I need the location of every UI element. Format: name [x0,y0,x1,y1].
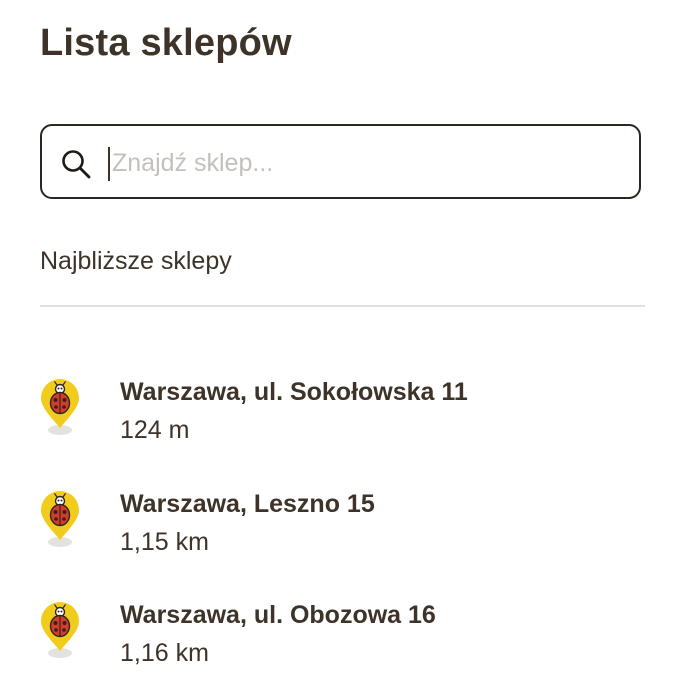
store-name: Warszawa, ul. Sokołowska 11 [120,378,468,406]
store-name: Warszawa, ul. Obozowa 16 [120,601,436,629]
search-box[interactable] [40,124,641,199]
ladybug-map-pin-icon [41,491,79,547]
nearest-stores-heading: Najbliższe sklepy [40,247,232,275]
search-input[interactable] [112,142,612,184]
store-name: Warszawa, Leszno 15 [120,490,375,518]
text-caret [108,147,110,181]
divider [40,305,645,307]
store-list-item[interactable]: Warszawa, Leszno 15 1,15 km [0,490,684,580]
page-title: Lista sklepów [40,22,292,64]
store-list-item[interactable]: Warszawa, ul. Obozowa 16 1,16 km [0,601,684,691]
ladybug-map-pin-icon [41,379,79,435]
store-list-item[interactable]: Warszawa, ul. Sokołowska 11 124 m [0,378,684,468]
store-distance: 1,15 km [120,528,209,556]
search-icon [62,150,91,179]
store-distance: 124 m [120,416,190,444]
ladybug-map-pin-icon [41,602,79,658]
store-distance: 1,16 km [120,639,209,667]
